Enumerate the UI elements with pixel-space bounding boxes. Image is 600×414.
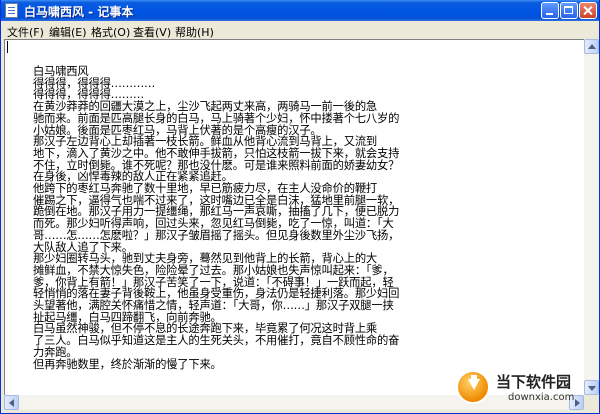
arrow-up-icon (588, 44, 596, 49)
text-editor[interactable]: 白马啸西风 得得得，得得得………… 得得得，得得得……… 在黄沙莽莽的回疆大漠之… (4, 39, 584, 395)
maximize-icon (564, 6, 573, 14)
minimize-button[interactable] (541, 2, 559, 19)
notepad-window: 白马啸西风 - 记事本 文件(F) 编辑(E) 格式(O) 查看(V) 帮助(H… (0, 0, 600, 414)
download-logo-icon (456, 370, 490, 404)
menu-edit[interactable]: 编辑(E) (49, 24, 87, 40)
document-text[interactable]: 白马啸西风 得得得，得得得………… 得得得，得得得……… 在黄沙莽莽的回疆大漠之… (33, 66, 399, 370)
close-button[interactable] (579, 2, 597, 19)
text-caret (7, 41, 8, 53)
watermark-url: downxia.com (508, 392, 575, 403)
watermark-name: 当下软件园 (496, 373, 572, 391)
scroll-up-button[interactable] (584, 39, 599, 54)
arrow-left-icon (9, 399, 14, 407)
menu-view[interactable]: 查看(V) (133, 24, 171, 40)
menu-file[interactable]: 文件(F) (7, 24, 44, 40)
maximize-button[interactable] (560, 2, 578, 19)
notepad-icon[interactable] (5, 3, 18, 18)
window-title: 白马啸西风 - 记事本 (24, 5, 134, 19)
scroll-left-button[interactable] (4, 395, 19, 410)
vertical-scrollbar[interactable] (584, 39, 599, 395)
title-bar[interactable]: 白马啸西风 - 记事本 (1, 0, 599, 21)
menu-format[interactable]: 格式(O) (91, 24, 130, 40)
site-watermark: 当下软件园 downxia.com (456, 368, 598, 410)
menu-bar: 文件(F) 编辑(E) 格式(O) 查看(V) 帮助(H) (1, 21, 599, 40)
minimize-icon (546, 13, 553, 15)
menu-help[interactable]: 帮助(H) (175, 24, 214, 40)
